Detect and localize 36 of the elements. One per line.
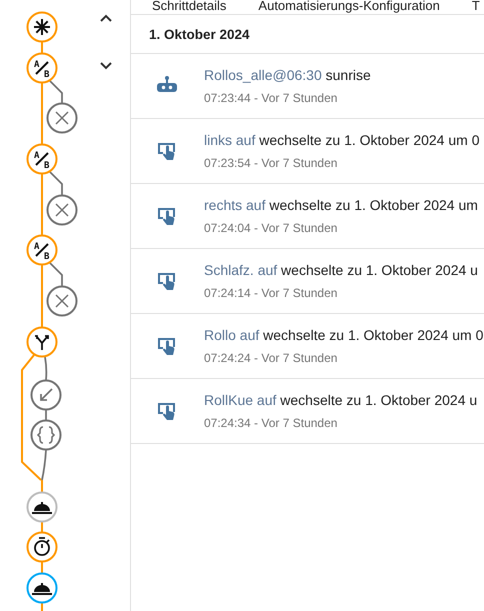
tab[interactable]: Automatisierungs-Konfiguration bbox=[258, 0, 440, 14]
entity-link[interactable]: Rollo auf bbox=[204, 327, 260, 343]
ab-node[interactable]: A B bbox=[26, 144, 58, 174]
chevron-down-icon bbox=[100, 62, 112, 70]
ab-node[interactable]: A B bbox=[26, 52, 58, 84]
entry-time: 07:24:04 - Vor 7 Stunden bbox=[204, 221, 338, 235]
entry-text: RollKue auf wechselte zu 1. Oktober 2024 u bbox=[204, 392, 478, 408]
entry-text: Rollo auf wechselte zu 1. Oktober 2024 um 0 bbox=[204, 327, 484, 343]
entry-text: rechts auf wechselte zu 1. Oktober 2024 um bbox=[204, 197, 478, 213]
chevron-up-icon bbox=[100, 14, 112, 22]
cross-node[interactable] bbox=[46, 286, 78, 316]
stopwatch-node[interactable] bbox=[26, 532, 58, 562]
cross-node[interactable] bbox=[46, 102, 78, 134]
entry-time: 07:24:24 - Vor 7 Stunden bbox=[204, 351, 338, 365]
tab[interactable]: Schrittdetails bbox=[152, 0, 226, 14]
entry-time: 07:24:34 - Vor 7 Stunden bbox=[204, 416, 338, 430]
bell-node[interactable] bbox=[26, 572, 58, 604]
ab-node[interactable]: A B bbox=[26, 234, 58, 266]
braces-node[interactable] bbox=[30, 420, 62, 450]
entity-link[interactable]: Schlafz. auf bbox=[204, 262, 278, 278]
cross-node[interactable] bbox=[46, 194, 78, 226]
bell-node[interactable] bbox=[26, 492, 58, 522]
entry-text: Rollos_alle@06:30 sunrise bbox=[204, 67, 371, 83]
entry-time: 07:24:14 - Vor 7 Stunden bbox=[204, 286, 338, 300]
entity-link[interactable]: rechts auf bbox=[204, 197, 266, 213]
asterisk-node[interactable] bbox=[26, 12, 58, 42]
entry-time: 07:23:44 - Vor 7 Stunden bbox=[204, 91, 338, 105]
entry-time: 07:23:54 - Vor 7 Stunden bbox=[204, 156, 338, 170]
fork-node[interactable] bbox=[26, 326, 58, 358]
entity-link[interactable]: RollKue auf bbox=[204, 392, 276, 408]
entry-text: links auf wechselte zu 1. Oktober 2024 um 0 bbox=[204, 132, 480, 148]
entry-text: Schlafz. auf wechselte zu 1. Oktober 2024 u bbox=[204, 262, 478, 278]
tab[interactable]: T bbox=[472, 0, 480, 14]
entity-link[interactable]: links auf bbox=[204, 132, 256, 148]
date-heading: 1. Oktober 2024 bbox=[149, 26, 250, 42]
entity-link[interactable]: Rollos_alle@06:30 bbox=[204, 67, 322, 83]
